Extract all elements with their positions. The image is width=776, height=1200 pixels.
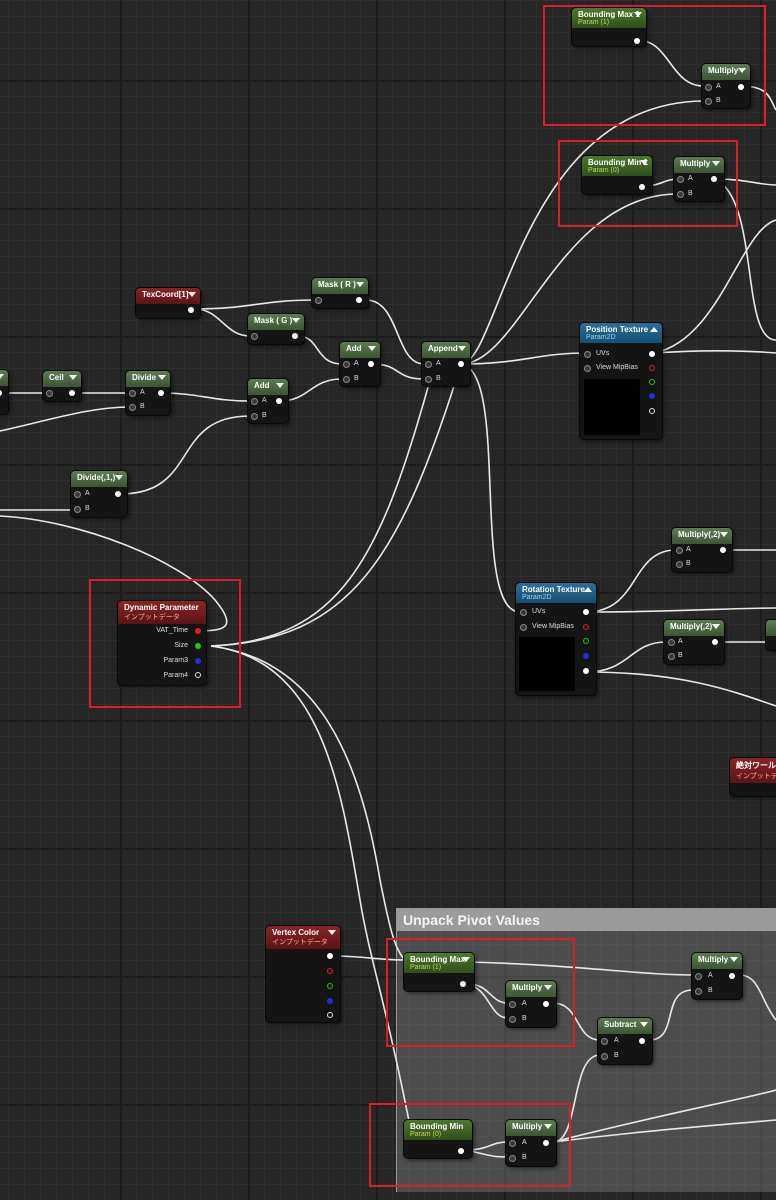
input-pin-b[interactable] — [668, 653, 675, 660]
collapse-arrow-icon[interactable] — [584, 587, 592, 592]
output-pin[interactable] — [276, 398, 282, 404]
output-pin-r[interactable] — [649, 365, 655, 371]
input-pin-b[interactable] — [425, 376, 432, 383]
collapse-arrow-icon[interactable] — [458, 346, 466, 351]
node-ceil[interactable]: Ceil — [43, 371, 81, 401]
node-add[interactable]: Add A B — [248, 379, 288, 423]
collapse-arrow-icon[interactable] — [730, 957, 738, 962]
collapse-arrow-icon[interactable] — [368, 346, 376, 351]
output-pin[interactable] — [69, 390, 75, 396]
collapse-arrow-icon[interactable] — [69, 375, 77, 380]
input-pin-uvs[interactable] — [520, 609, 527, 616]
collapse-arrow-icon[interactable] — [720, 532, 728, 537]
collapse-arrow-icon[interactable] — [650, 327, 658, 332]
collapse-arrow-icon[interactable] — [292, 318, 300, 323]
input-pin-a[interactable] — [129, 390, 136, 397]
collapse-arrow-icon[interactable] — [640, 1022, 648, 1027]
output-pin-g[interactable] — [649, 379, 655, 385]
collapse-arrow-icon[interactable] — [712, 624, 720, 629]
input-pin-a[interactable] — [74, 491, 81, 498]
output-pin[interactable] — [188, 307, 194, 313]
node-multiply-2[interactable]: Multiply(,2) A B — [664, 620, 724, 664]
node-mask-g[interactable]: Mask ( G ) — [248, 314, 304, 344]
node-offscreen[interactable] — [766, 620, 776, 650]
input-pin-b[interactable] — [74, 506, 81, 513]
input-pin-a[interactable] — [343, 361, 350, 368]
node-add[interactable]: Add A B — [340, 342, 380, 386]
output-pin-g[interactable] — [327, 983, 333, 989]
output-pin-b[interactable] — [583, 653, 589, 659]
output-pin[interactable] — [712, 639, 718, 645]
input-pin[interactable] — [46, 390, 53, 397]
collapse-arrow-icon[interactable] — [115, 475, 123, 480]
output-pin-a[interactable] — [327, 1012, 333, 1018]
output-pin[interactable] — [115, 491, 121, 497]
input-pin[interactable] — [251, 333, 258, 340]
node-divide[interactable]: Divide A B — [126, 371, 170, 415]
node-multiply[interactable]: Multiply A B — [692, 953, 742, 999]
node-offscreen[interactable] — [0, 370, 8, 414]
input-pin-b[interactable] — [129, 404, 136, 411]
collapse-arrow-icon[interactable] — [158, 375, 166, 380]
input-pin-mipbias[interactable] — [520, 624, 527, 631]
output-pin-r[interactable] — [327, 968, 333, 974]
node-absolute-world-position[interactable]: 絶対ワール インプットデ — [730, 758, 776, 796]
output-pin-b[interactable] — [649, 393, 655, 399]
node-vertex-color[interactable]: Vertex Color インプットデータ — [266, 926, 340, 1022]
highlight-box — [558, 140, 738, 227]
output-pin-rgb[interactable] — [583, 609, 589, 615]
output-pin[interactable] — [720, 547, 726, 553]
node-texcoord[interactable]: TexCoord[1] — [136, 288, 200, 318]
node-append[interactable]: Append A B — [422, 342, 470, 386]
collapse-arrow-icon[interactable] — [276, 383, 284, 388]
input-pin-b[interactable] — [695, 988, 702, 995]
output-pin[interactable] — [729, 973, 735, 979]
output-pin-r[interactable] — [583, 624, 589, 630]
output-pin-g[interactable] — [583, 638, 589, 644]
output-pin-rgb[interactable] — [649, 351, 655, 357]
output-pin[interactable] — [158, 390, 164, 396]
input-pin[interactable] — [315, 297, 322, 304]
collapse-arrow-icon[interactable] — [0, 374, 4, 379]
highlight-box — [89, 579, 241, 708]
input-pin-mipbias[interactable] — [584, 365, 591, 372]
output-pin-b[interactable] — [327, 998, 333, 1004]
node-divide-1[interactable]: Divide(,1,) A B — [71, 471, 127, 517]
input-pin-a[interactable] — [695, 973, 702, 980]
output-pin[interactable] — [0, 390, 2, 396]
output-pin-a[interactable] — [583, 668, 589, 674]
input-pin-b[interactable] — [676, 561, 683, 568]
output-pin-rgb[interactable] — [327, 953, 333, 959]
input-pin-b[interactable] — [343, 376, 350, 383]
input-pin-uvs[interactable] — [584, 351, 591, 358]
output-pin[interactable] — [639, 1038, 645, 1044]
node-position-texture[interactable]: Position Texture Param2D UVs View MipBias — [580, 323, 662, 439]
output-pin[interactable] — [368, 361, 374, 367]
output-pin-a[interactable] — [649, 408, 655, 414]
input-pin-a[interactable] — [601, 1038, 608, 1045]
input-pin-a[interactable] — [668, 639, 675, 646]
highlight-box — [543, 5, 766, 126]
input-pin-b[interactable] — [251, 413, 258, 420]
input-pin-b[interactable] — [601, 1053, 608, 1060]
input-pin-a[interactable] — [676, 547, 683, 554]
output-pin[interactable] — [292, 333, 298, 339]
collapse-arrow-icon[interactable] — [356, 282, 364, 287]
output-pin[interactable] — [458, 361, 464, 367]
output-pin[interactable] — [356, 297, 362, 303]
node-multiply-2[interactable]: Multiply(,2) A B — [672, 528, 732, 572]
texture-preview — [584, 379, 640, 435]
texture-preview — [519, 637, 575, 691]
highlight-box — [369, 1103, 571, 1187]
node-mask-r[interactable]: Mask ( R ) — [312, 278, 368, 308]
highlight-box — [386, 938, 575, 1047]
collapse-arrow-icon[interactable] — [188, 292, 196, 297]
input-pin-a[interactable] — [251, 398, 258, 405]
node-rotation-texture[interactable]: Rotation Texture Param2D UVs View MipBias — [516, 583, 596, 695]
collapse-arrow-icon[interactable] — [328, 930, 336, 935]
input-pin-a[interactable] — [425, 361, 432, 368]
node-subtract[interactable]: Subtract A B — [598, 1018, 652, 1064]
